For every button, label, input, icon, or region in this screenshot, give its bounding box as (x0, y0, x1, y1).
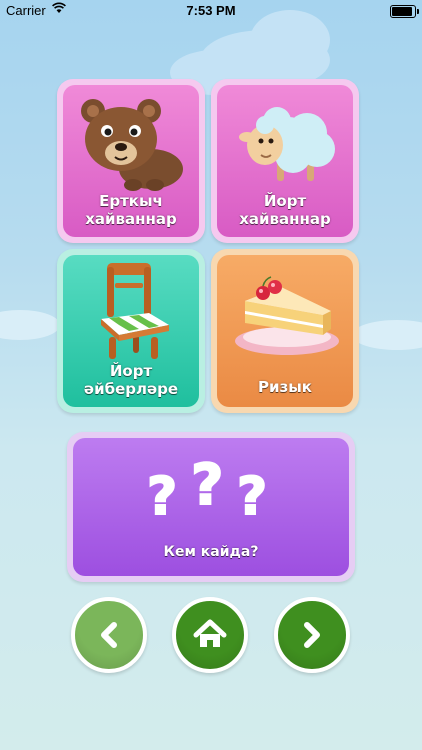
category-food[interactable]: Ризык (211, 249, 359, 413)
chevron-left-icon (101, 622, 117, 648)
svg-text:?: ? (147, 467, 177, 527)
home-button[interactable] (172, 597, 248, 673)
category-label-line1: Йорт (109, 362, 153, 380)
quiz-label: Кем кайда? (163, 544, 259, 560)
question-marks-icon: ? ? ? (146, 452, 283, 536)
chair-icon (95, 261, 175, 365)
back-button[interactable] (71, 597, 147, 673)
svg-text:?: ? (237, 467, 267, 527)
bear-icon (69, 91, 189, 197)
category-label-line1: Ризык (258, 378, 312, 396)
category-label-line1: Ерткыч (99, 192, 163, 210)
category-label-line1: Йорт (263, 192, 307, 210)
quiz-button[interactable]: ? ? ? Кем кайда? (67, 432, 355, 582)
background-cloud (352, 320, 422, 350)
forward-button[interactable] (274, 597, 350, 673)
status-time: 7:53 PM (186, 3, 236, 18)
sheep-icon (237, 97, 337, 193)
cake-icon (231, 273, 341, 367)
category-label-line2: хайваннар (239, 210, 331, 228)
svg-text:?: ? (191, 453, 223, 518)
battery-icon (390, 5, 419, 18)
category-household-items[interactable]: Йорт әйберләре (57, 249, 205, 413)
status-bar: Carrier 7:53 PM (0, 0, 422, 22)
battery-level (392, 7, 412, 16)
category-domestic-animals[interactable]: Йорт хайваннар (211, 79, 359, 243)
category-wild-animals[interactable]: Ерткыч хайваннар (57, 79, 205, 243)
background-cloud (0, 310, 60, 340)
category-label-line2: әйберләре (83, 380, 179, 398)
home-icon (193, 619, 227, 647)
category-label-line2: хайваннар (85, 210, 177, 228)
chevron-right-icon (304, 622, 320, 648)
